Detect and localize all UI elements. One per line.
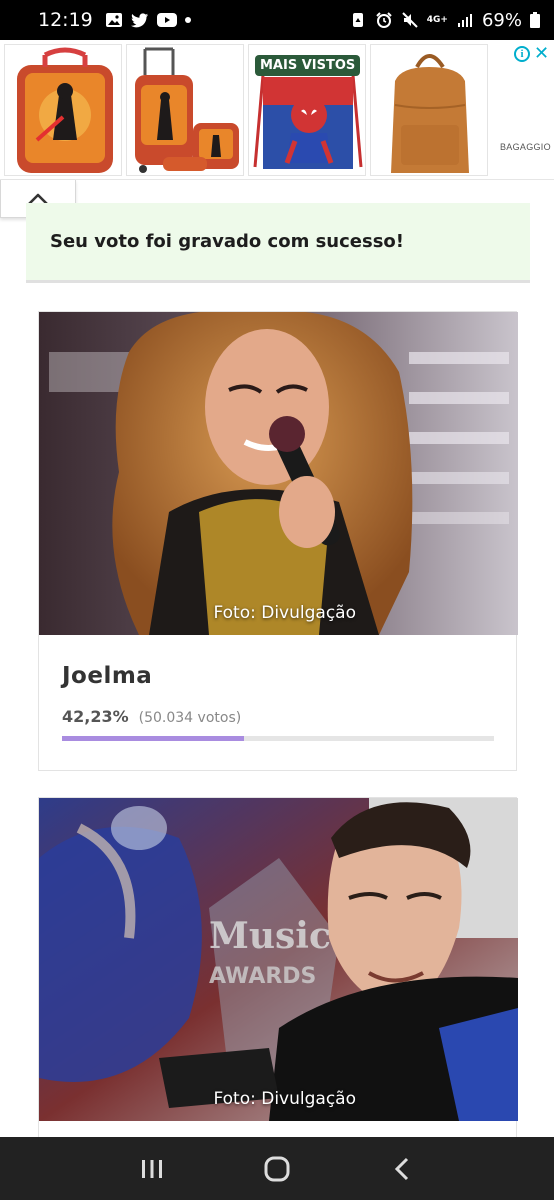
recent-apps-button[interactable]	[132, 1149, 172, 1189]
vote-success-message: Seu voto foi gravado com sucesso!	[26, 203, 530, 283]
vote-progress-fill	[62, 736, 245, 741]
status-bar: 12:19 4G+ 69%	[0, 0, 554, 40]
back-button[interactable]	[382, 1149, 422, 1189]
home-button[interactable]	[257, 1149, 297, 1189]
recent-apps-icon	[142, 1159, 163, 1178]
recycle-icon	[352, 13, 363, 27]
system-nav-bar	[0, 1137, 554, 1200]
vote-stats: 42,23% (50.034 votos)	[62, 707, 516, 726]
leather-backpack-image	[371, 45, 487, 175]
ad-info-icon[interactable]: i	[514, 46, 530, 62]
ad-close-icon[interactable]: ✕	[534, 43, 549, 64]
mute-icon	[402, 12, 418, 28]
candidate-card: Foto: Divulgação Joelma 42,23% (50.034 v…	[38, 311, 518, 771]
ad-product-backpack[interactable]	[4, 44, 122, 176]
ad-brand: BAGAGGIO	[500, 142, 551, 152]
network-type: 4G+	[426, 14, 448, 25]
svg-text:AWARDS: AWARDS	[209, 964, 316, 989]
trolley-set-image	[127, 45, 243, 175]
candidate-photo-image: Music AWARDS	[39, 798, 518, 1121]
gallery-icon	[105, 13, 122, 27]
candidate-card: Music AWARDS Foto: Divulgação	[38, 797, 518, 1157]
status-time: 12:19	[38, 9, 93, 31]
twitter-icon	[130, 13, 148, 28]
battery-percent: 69%	[481, 9, 522, 31]
svg-text:Music: Music	[209, 915, 331, 957]
ad-product-leather-backpack[interactable]	[370, 44, 488, 176]
photo-caption: Foto: Divulgação	[213, 603, 356, 623]
ad-product-spiderman-bag[interactable]: MAIS VISTOS	[248, 44, 366, 176]
candidate-photo: Foto: Divulgação	[39, 312, 518, 635]
ad-banner[interactable]: MAIS VISTOS BAGAGGIO i ✕	[0, 40, 554, 180]
vote-progress-bar	[62, 736, 494, 741]
success-text: Seu voto foi gravado com sucesso!	[50, 231, 404, 252]
ad-product-trolley-set[interactable]	[126, 44, 244, 176]
youtube-icon	[156, 13, 177, 27]
vote-percent: 42,23%	[62, 707, 129, 726]
back-icon	[394, 1157, 408, 1180]
photo-caption: Foto: Divulgação	[213, 1089, 356, 1109]
candidate-name: Joelma	[62, 663, 153, 689]
alarm-icon	[376, 12, 392, 28]
home-icon	[264, 1156, 290, 1181]
status-left-icons	[105, 12, 191, 28]
status-right-icons: 4G+ 69%	[349, 10, 540, 31]
candidate-photo: Music AWARDS Foto: Divulgação	[39, 798, 518, 1121]
signal-icon	[457, 14, 472, 27]
backpack-image	[5, 45, 121, 175]
vote-count: (50.034 votos)	[138, 710, 242, 726]
joelma-photo-image	[39, 312, 518, 635]
ad-tag-mais-vistos: MAIS VISTOS	[255, 55, 361, 76]
notification-dot	[184, 17, 191, 23]
battery-icon	[530, 12, 540, 28]
